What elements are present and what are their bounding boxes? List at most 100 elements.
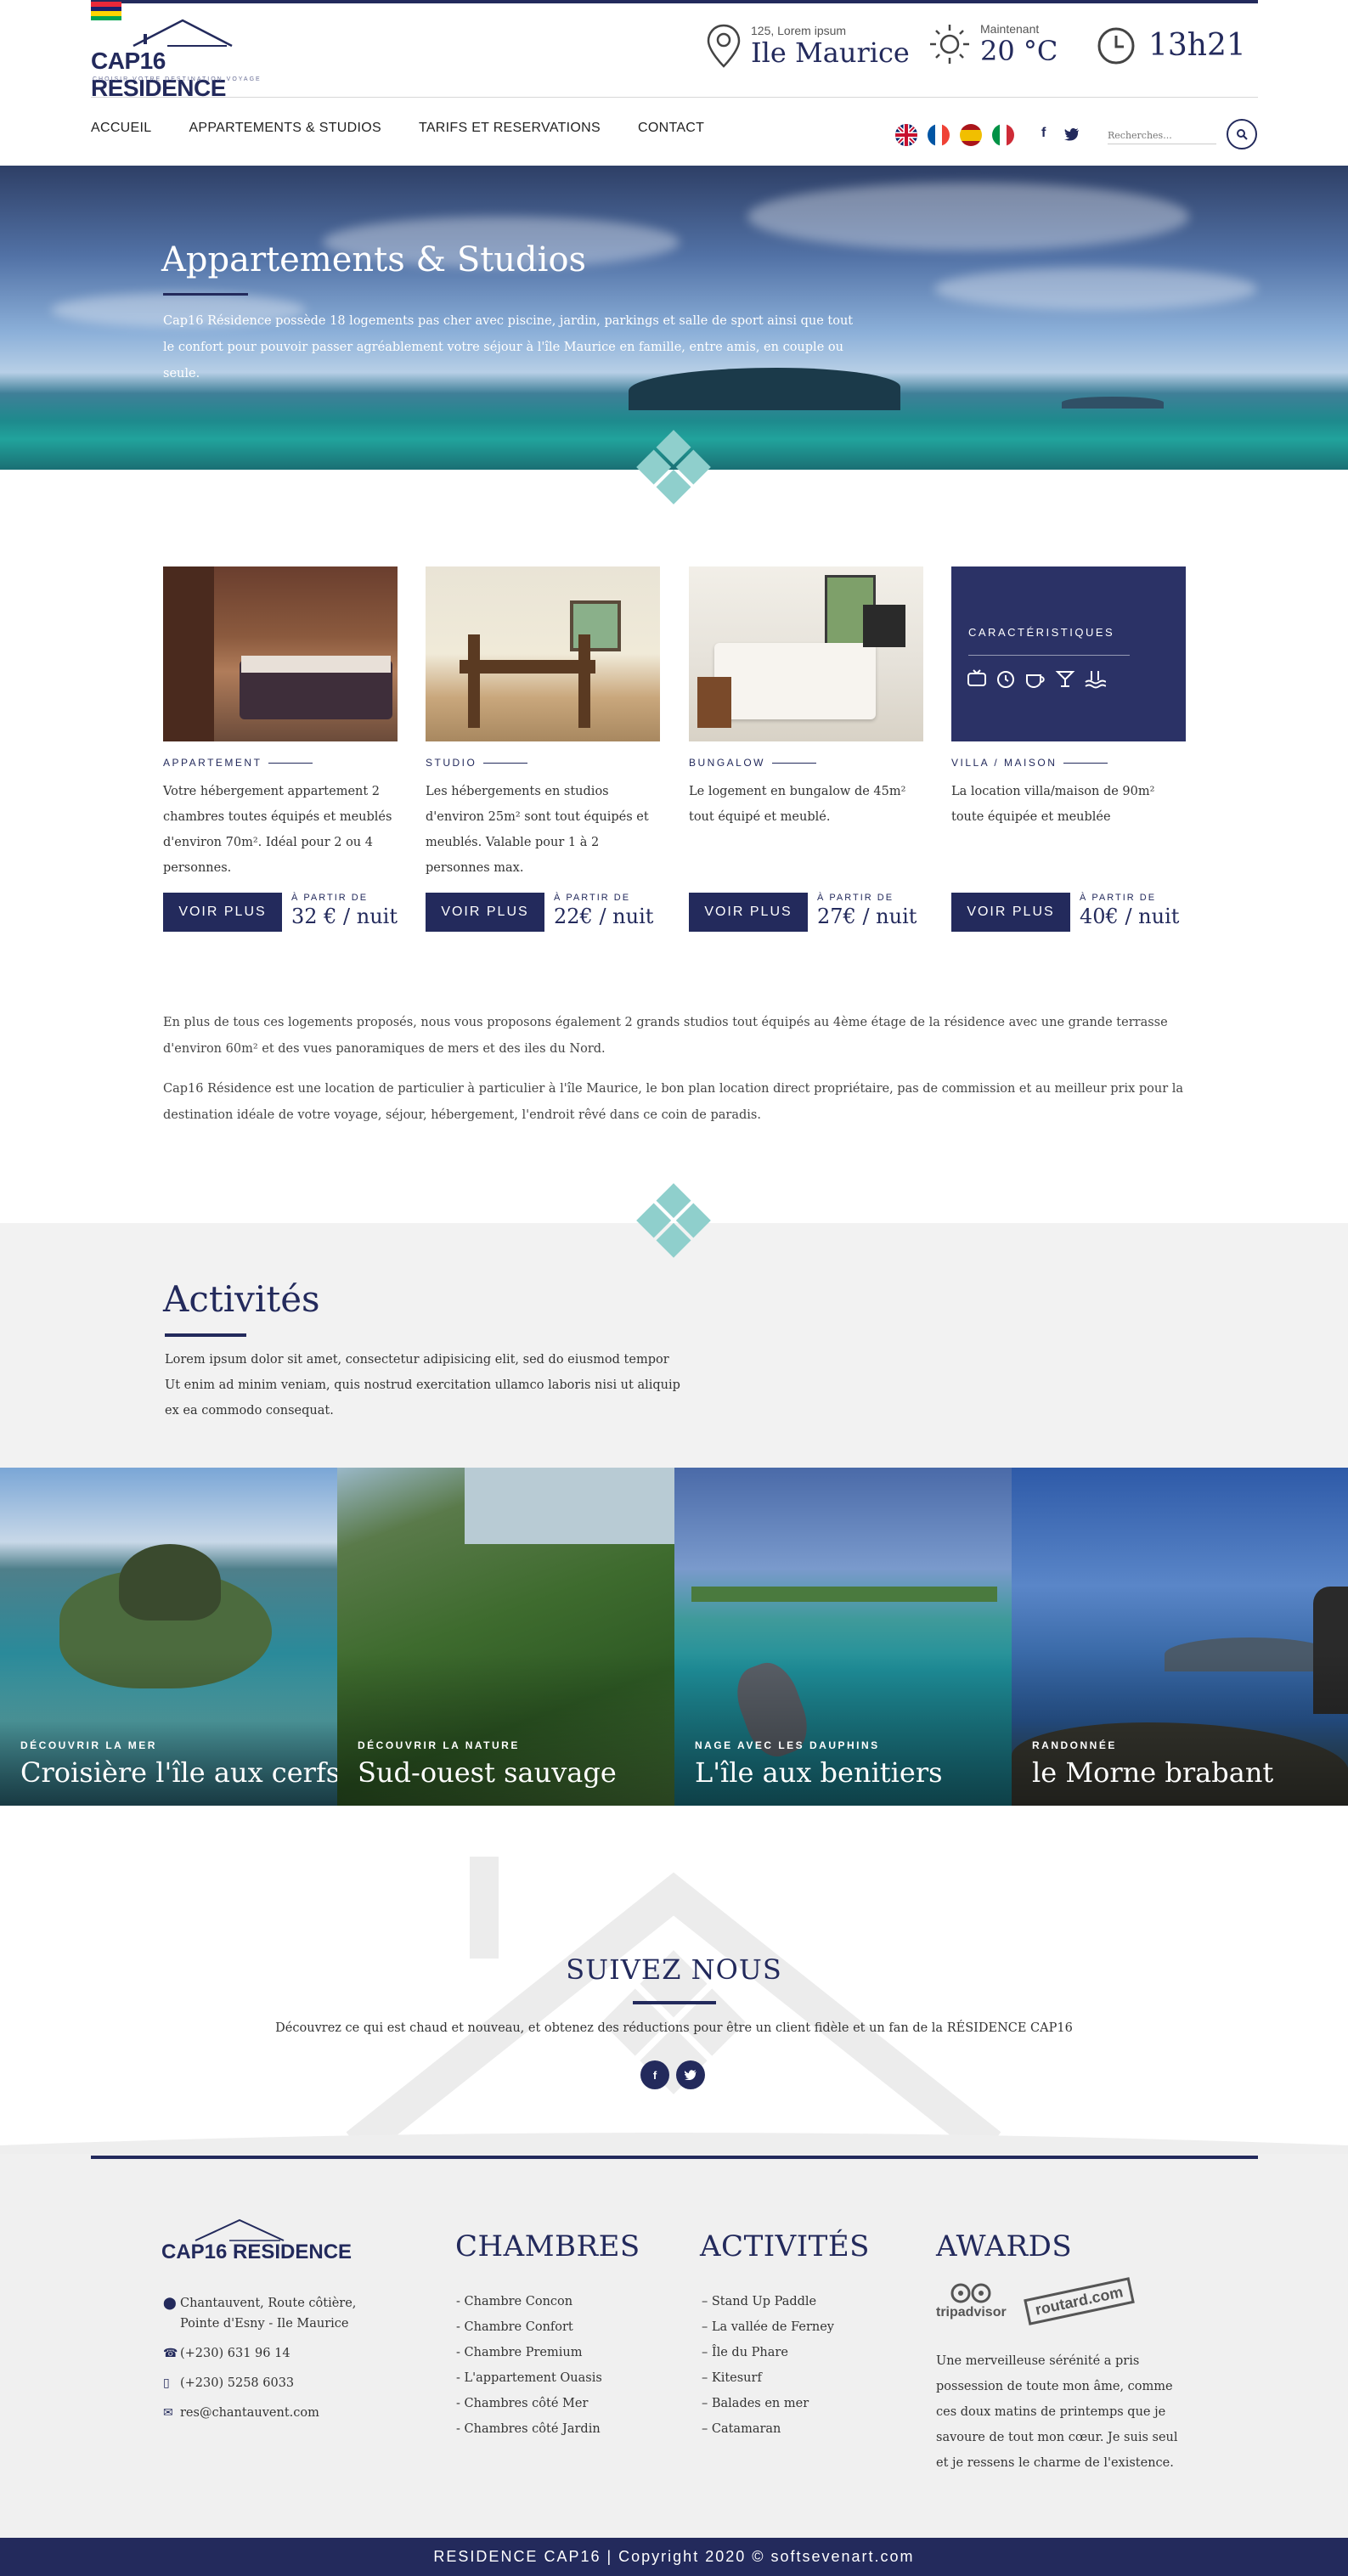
temperature: 20 °C — [980, 35, 1058, 67]
footer-link[interactable]: – Stand Up Paddle — [702, 2293, 834, 2310]
activity-subtitle: NAGE AVEC LES DAUPHINS — [695, 1739, 880, 1751]
footer-activites-list: – Stand Up Paddle – La vallée de Ferney … — [702, 2293, 834, 2446]
main-nav: ACCUEIL APPARTEMENTS & STUDIOS TARIFS ET… — [91, 121, 704, 136]
view-more-button[interactable]: VOIR PLUS — [951, 893, 1070, 932]
envelope-icon: ✉ — [163, 2406, 173, 2420]
features-panel: CARACTÉRISTIQUES — [951, 566, 1186, 741]
facebook-icon[interactable]: f — [1041, 126, 1046, 141]
header-divider — [91, 97, 1258, 98]
address-big: Ile Maurice — [751, 37, 910, 69]
activity-tile[interactable]: DÉCOUVRIR LA MER Croisière l'île aux cer… — [0, 1468, 337, 1806]
footer-logo[interactable]: CAP16 RESIDENCE — [161, 2215, 352, 2266]
room-photo-appartement[interactable] — [163, 566, 398, 741]
room-photo-bungalow[interactable] — [689, 566, 923, 741]
weather-block: Maintenant 20 °C — [928, 22, 1058, 66]
hero-title: Appartements & Studios — [161, 240, 587, 279]
tripadvisor-logo[interactable]: tripadvisor — [936, 2281, 1007, 2320]
uk-flag-icon[interactable] — [895, 124, 917, 146]
routard-logo[interactable]: routard.com — [1023, 2276, 1135, 2325]
room-category: APPARTEMENT — [163, 757, 262, 769]
footer-email: ✉ res@chantauvent.com — [163, 2403, 319, 2423]
info-paragraph: Cap16 Résidence est une location de part… — [163, 1082, 1184, 1122]
room-photo-studio[interactable] — [426, 566, 660, 741]
room-card-appartement: APPARTEMENT Votre hébergement appartemen… — [163, 566, 398, 932]
features-icons — [967, 668, 1106, 689]
tv-icon — [967, 669, 986, 686]
room-description: La location villa/maison de 90m² toute é… — [951, 785, 1155, 824]
price-from-label: À PARTIR DE — [554, 893, 631, 903]
follow-social: f — [640, 2060, 705, 2089]
view-more-button[interactable]: VOIR PLUS — [689, 893, 808, 932]
features-title: CARACTÉRISTIQUES — [968, 626, 1115, 639]
activity-title: L'île aux benitiers — [695, 1756, 943, 1789]
footer-phone: ☎ (+230) 631 96 14 — [163, 2343, 290, 2364]
activity-subtitle: RANDONNÉE — [1032, 1739, 1117, 1751]
view-more-button[interactable]: VOIR PLUS — [426, 893, 544, 932]
footer-link[interactable]: - Chambre Premium — [456, 2344, 602, 2361]
follow-description: Découvrez ce qui est chaud et nouveau, e… — [275, 2021, 1073, 2035]
room-price: 27€ / nuit — [817, 905, 917, 928]
footer-link[interactable]: - L'appartement Ouasis — [456, 2370, 602, 2387]
footer-link[interactable]: – Île du Phare — [702, 2344, 834, 2361]
search-icon — [1237, 129, 1248, 140]
sun-icon — [930, 25, 969, 64]
footer-activites-title: ACTIVITÉS — [700, 2229, 870, 2263]
twitter-icon[interactable] — [1064, 127, 1080, 141]
nav-tarifs-reservations[interactable]: TARIFS ET RESERVATIONS — [419, 121, 601, 136]
room-card-bungalow: BUNGALOW Le logement en bungalow de 45m²… — [689, 566, 923, 932]
activity-tile[interactable]: DÉCOUVRIR LA NATURE Sud-ouest sauvage — [337, 1468, 674, 1806]
activities-title-underline — [165, 1333, 246, 1337]
facebook-icon[interactable]: f — [640, 2060, 669, 2089]
activity-title: Croisière l'île aux cerfs — [20, 1756, 337, 1789]
search-input[interactable] — [1108, 127, 1216, 144]
twitter-icon[interactable] — [676, 2060, 705, 2089]
footer-link[interactable]: - Chambre Concon — [456, 2293, 602, 2310]
award-logos: tripadvisor routard.com — [936, 2276, 1135, 2325]
price-from-label: À PARTIR DE — [1080, 893, 1157, 903]
activity-tile[interactable]: RANDONNÉE le Morne brabant — [1012, 1468, 1348, 1806]
search-area — [1108, 119, 1261, 149]
hero-banner: Appartements & Studios Cap16 Résidence p… — [0, 166, 1348, 470]
footer-link[interactable]: – La vallée de Ferney — [702, 2319, 834, 2336]
footer-chambres-title: CHAMBRES — [455, 2229, 640, 2263]
room-description: Votre hébergement appartement 2 chambres… — [163, 785, 392, 875]
room-price: 32 € / nuit — [290, 905, 398, 928]
search-button[interactable] — [1227, 119, 1257, 149]
activity-subtitle: DÉCOUVRIR LA MER — [20, 1739, 157, 1751]
info-paragraph: En plus de tous ces logements proposés, … — [163, 1016, 1168, 1056]
footer-link[interactable]: - Chambre Confort — [456, 2319, 602, 2336]
time-block: 13h21 — [1096, 25, 1246, 66]
room-price: 22€ / nuit — [554, 905, 654, 928]
follow-title-underline — [633, 2001, 716, 2004]
france-flag-icon[interactable] — [928, 124, 950, 146]
footer-link[interactable]: - Chambres côté Jardin — [456, 2421, 602, 2438]
footer-link[interactable]: – Kitesurf — [702, 2370, 834, 2387]
footer-link[interactable]: – Catamaran — [702, 2421, 834, 2438]
nav-appartements-studios[interactable]: APPARTEMENTS & STUDIOS — [189, 121, 381, 136]
house-logo-icon — [195, 2218, 285, 2241]
footer-link[interactable]: – Balades en mer — [702, 2395, 834, 2412]
address-block: 125, Lorem ipsum Ile Maurice — [705, 22, 910, 70]
header-social: f — [1041, 126, 1080, 141]
activity-tile[interactable]: NAGE AVEC LES DAUPHINS L'île aux benitie… — [674, 1468, 1012, 1806]
nav-accueil[interactable]: ACCUEIL — [91, 121, 151, 136]
map-pin-icon — [707, 24, 741, 68]
room-category: VILLA / MAISON — [951, 757, 1058, 769]
italy-flag-icon[interactable] — [992, 124, 1014, 146]
spain-flag-icon[interactable] — [960, 124, 982, 146]
owl-icon — [950, 2283, 991, 2303]
phone-icon: ☎ — [163, 2347, 178, 2360]
weather-label: Maintenant — [980, 22, 1040, 36]
view-more-button[interactable]: VOIR PLUS — [163, 893, 282, 932]
footer-logo-text: CAP16 RESIDENCE — [161, 2241, 353, 2263]
footer-link[interactable]: - Chambres côté Mer — [456, 2395, 602, 2412]
nav-contact[interactable]: CONTACT — [638, 121, 704, 136]
activity-title: Sud-ouest sauvage — [358, 1756, 617, 1789]
cocktail-icon — [1055, 671, 1075, 687]
footer-mobile: ▯ (+230) 5258 6033 — [163, 2373, 294, 2393]
awards-text: Une merveilleuse sérénité a pris possess… — [936, 2354, 1178, 2470]
logo-tagline: CHOISIR VOTRE DESTINATION VOYAGE — [93, 76, 262, 82]
site-logo[interactable]: CAP16 RESIDENCE CHOISIR VOTRE DESTINATIO… — [91, 15, 286, 101]
coffee-cup-icon — [1026, 674, 1045, 689]
room-category: STUDIO — [426, 757, 477, 769]
